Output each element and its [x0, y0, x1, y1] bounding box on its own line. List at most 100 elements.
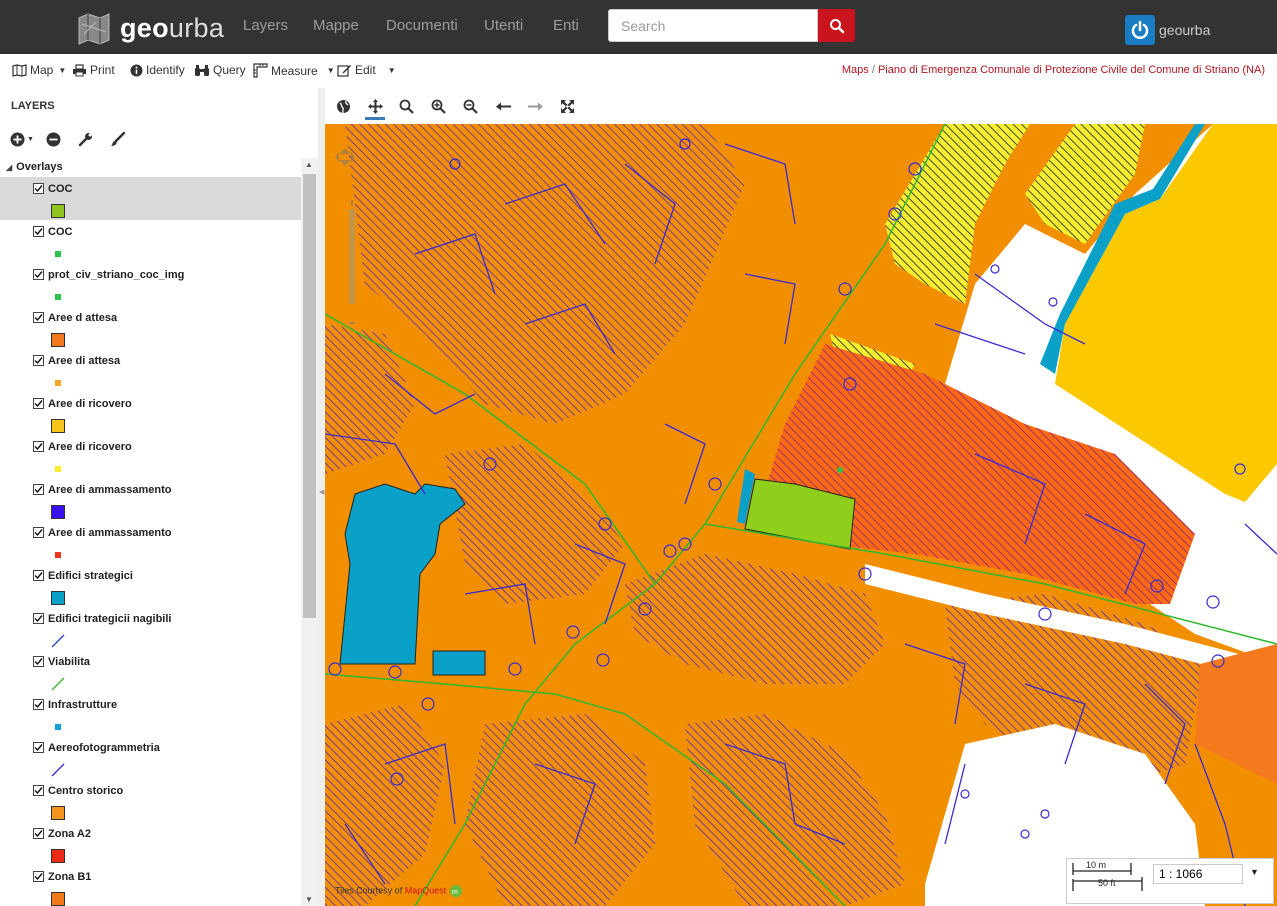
scroll-up-icon[interactable]: ▲ [305, 160, 313, 169]
layer-item[interactable]: prot_civ_striano_coc_img [0, 263, 301, 306]
layer-label[interactable]: Zona A2 [48, 828, 91, 840]
brand-logo[interactable]: geourba [76, 9, 224, 47]
layer-visibility-checkbox[interactable] [33, 699, 44, 710]
search-button[interactable] [818, 9, 855, 42]
layer-label[interactable]: Centro storico [48, 785, 123, 797]
remove-layer-button[interactable] [46, 132, 61, 147]
print-button[interactable]: Print [72, 63, 115, 77]
query-button[interactable]: Query [194, 63, 246, 77]
breadcrumb-maps-link[interactable]: Maps [842, 64, 869, 76]
zoom-box-button[interactable] [396, 96, 416, 116]
scale-ratio-input[interactable] [1153, 864, 1243, 884]
nav-link-utenti[interactable]: Utenti [484, 17, 523, 34]
layer-visibility-checkbox[interactable] [33, 398, 44, 409]
layer-label[interactable]: Aree di ricovero [48, 441, 132, 453]
zoom-out-button[interactable] [460, 96, 480, 116]
nav-link-enti[interactable]: Enti [553, 17, 579, 34]
layer-visibility-checkbox[interactable] [33, 226, 44, 237]
layer-visibility-checkbox[interactable] [33, 484, 44, 495]
layer-item[interactable]: Edifici strategici [0, 564, 301, 607]
search-icon [829, 18, 844, 33]
layer-item[interactable]: Zona A2 [0, 822, 301, 865]
layer-visibility-checkbox[interactable] [33, 312, 44, 323]
layer-visibility-checkbox[interactable] [33, 527, 44, 538]
wrench-icon [78, 133, 92, 147]
layer-visibility-checkbox[interactable] [33, 355, 44, 366]
layer-label[interactable]: Aree di ricovero [48, 398, 132, 410]
layer-label[interactable]: Viabilita [48, 656, 90, 668]
scale-control: 10 m 50 ft ▼ [1066, 858, 1274, 904]
layer-item[interactable]: Aree di ricovero [0, 392, 301, 435]
layer-visibility-checkbox[interactable] [33, 785, 44, 796]
scroll-down-icon[interactable]: ▼ [305, 895, 313, 904]
identify-button[interactable]: Identify [130, 63, 185, 77]
layer-visibility-checkbox[interactable] [33, 742, 44, 753]
layer-label[interactable]: Aree di ammassamento [48, 527, 172, 539]
overlays-group[interactable]: ◢ Overlays [6, 161, 63, 173]
layer-item[interactable]: Aree di attesa [0, 349, 301, 392]
layer-item[interactable]: Zona B1 [0, 865, 301, 906]
fullscreen-button[interactable] [557, 96, 577, 116]
layer-label[interactable]: Zona B1 [48, 871, 91, 883]
scale-feet-label: 50 ft [1098, 878, 1116, 888]
layer-label[interactable]: Infrastrutture [48, 699, 117, 711]
zoom-to-extent-button[interactable] [333, 96, 353, 116]
layer-label[interactable]: Edifici trategicii nagibili [48, 613, 171, 625]
layer-visibility-checkbox[interactable] [33, 183, 44, 194]
layer-settings-button[interactable] [78, 132, 93, 147]
map-menu-label: Map [30, 63, 54, 77]
map-layers-render [325, 124, 1277, 906]
search-input[interactable] [608, 9, 818, 42]
checkmark-icon [34, 486, 43, 494]
layer-visibility-checkbox[interactable] [33, 613, 44, 624]
nav-link-mappe[interactable]: Mappe [313, 17, 359, 34]
nav-link-documenti[interactable]: Documenti [386, 17, 458, 34]
layer-visibility-checkbox[interactable] [33, 656, 44, 667]
layer-item[interactable]: Aree di ammassamento [0, 478, 301, 521]
collapse-handle-icon[interactable]: ◀ [319, 488, 324, 496]
layer-item[interactable]: Aree di ammassamento [0, 521, 301, 564]
layer-visibility-checkbox[interactable] [33, 828, 44, 839]
edit-menu-button[interactable]: Edit ▼ [337, 63, 396, 77]
layer-item[interactable]: Edifici trategicii nagibili [0, 607, 301, 650]
layer-style-button[interactable] [110, 132, 125, 147]
layer-label[interactable]: prot_civ_striano_coc_img [48, 269, 184, 281]
layer-label[interactable]: Aree di attesa [48, 355, 120, 367]
layer-item[interactable]: Aree di ricovero [0, 435, 301, 478]
zoom-in-button[interactable] [428, 96, 448, 116]
layer-item[interactable]: Viabilita [0, 650, 301, 693]
layer-visibility-checkbox[interactable] [33, 441, 44, 452]
layer-list-scrollbar[interactable]: ▲ ▼ [301, 158, 318, 906]
layer-visibility-checkbox[interactable] [33, 570, 44, 581]
layer-item[interactable]: Aree d attesa [0, 306, 301, 349]
layer-label[interactable]: Aree di ammassamento [48, 484, 172, 496]
layer-item[interactable]: Centro storico [0, 779, 301, 822]
scale-dropdown-icon[interactable]: ▼ [1250, 867, 1259, 877]
layer-label[interactable]: COC [48, 183, 72, 195]
layer-label[interactable]: Aereofotogrammetria [48, 742, 160, 754]
pan-button[interactable] [365, 96, 385, 120]
layer-item[interactable]: COC [0, 177, 301, 220]
add-layer-button[interactable]: ▼ [10, 132, 34, 147]
measure-menu-button[interactable]: Measure ▼ [253, 63, 335, 78]
layer-visibility-checkbox[interactable] [33, 269, 44, 280]
layer-label[interactable]: COC [48, 226, 72, 238]
previous-extent-button[interactable] [493, 96, 513, 116]
layer-item[interactable]: Aereofotogrammetria [0, 736, 301, 779]
scrollbar-thumb[interactable] [303, 174, 316, 618]
checkmark-icon [34, 400, 43, 408]
nav-link-layers[interactable]: Layers [243, 17, 288, 34]
layer-visibility-checkbox[interactable] [33, 871, 44, 882]
user-menu[interactable]: geourba [1125, 15, 1210, 45]
layer-item[interactable]: Infrastrutture [0, 693, 301, 736]
map-menu-button[interactable]: Map ▼ [12, 63, 66, 77]
layers-panel-title: LAYERS [11, 100, 55, 112]
layer-item[interactable]: COC [0, 220, 301, 263]
layer-label[interactable]: Edifici strategici [48, 570, 133, 582]
map-canvas[interactable]: Tiles Courtesy of MapQuest m 10 m 50 ft … [325, 124, 1277, 906]
panel-splitter[interactable]: ◀ [318, 88, 325, 906]
edit-icon [337, 65, 351, 77]
layer-label[interactable]: Aree d attesa [48, 312, 117, 324]
next-extent-button[interactable] [525, 96, 545, 116]
mapquest-link[interactable]: MapQuest [405, 885, 447, 895]
